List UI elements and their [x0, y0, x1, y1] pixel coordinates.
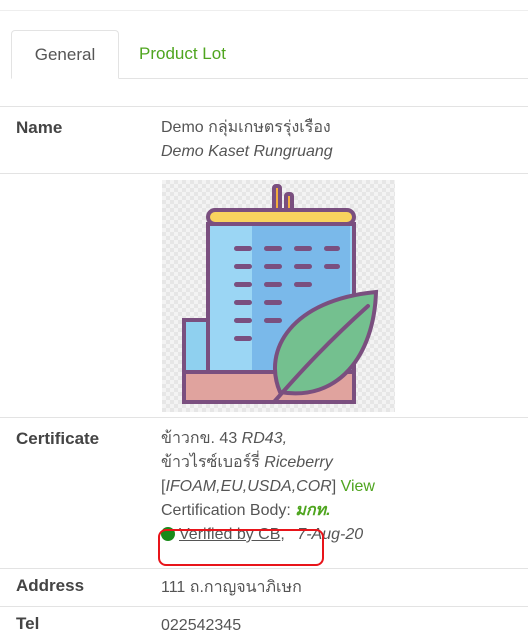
address-label: Address: [16, 576, 85, 595]
view-link[interactable]: View: [341, 478, 375, 495]
name-thai: Demo กลุ่มเกษตรรุ่งเรือง: [161, 119, 331, 136]
name-label: Name: [16, 118, 63, 137]
logo-image: [162, 180, 395, 412]
tel-label: Tel: [16, 614, 40, 633]
row-address: Address 111 ถ.กาญจนาภิเษก: [0, 569, 528, 607]
cert-standards: IFOAM,EU,USDA,COR: [165, 478, 332, 495]
tel-value: 022542345: [161, 617, 242, 634]
address-value: 111 ถ.กาญจนาภิเษก: [161, 579, 302, 596]
cert-line-standards: [IFOAM,EU,USDA,COR] View: [161, 475, 375, 499]
cert-rice-thai: ข้าวกข. 43: [161, 430, 238, 447]
building-leaf-icon: [182, 184, 379, 404]
cert-line-body: Certification Body: มกท.: [161, 499, 375, 523]
cert-line-riceberry: ข้าวไรซ์เบอร์รี่ Riceberry: [161, 451, 375, 475]
row-name: Name Demo กลุ่มเกษตรรุ่งเรือง Demo Kaset…: [0, 107, 528, 174]
cb-label: Certification Body:: [161, 502, 291, 519]
cb-value: มกท.: [295, 502, 331, 519]
row-tel: Tel 022542345: [0, 607, 528, 644]
name-english: Demo Kaset Rungruang: [161, 143, 333, 160]
cert-riceberry-thai: ข้าวไรซ์เบอร์รี่: [161, 454, 260, 471]
top-divider: [0, 10, 528, 11]
certificate-label: Certificate: [16, 429, 100, 448]
tab-bar: General Product Lot: [11, 30, 528, 79]
name-value: Demo กลุ่มเกษตรรุ่งเรือง Demo Kaset Rung…: [161, 116, 333, 164]
tab-general[interactable]: General: [11, 30, 119, 79]
verified-highlight-box: [158, 529, 324, 566]
cert-line-rd43: ข้าวกข. 43 RD43,: [161, 427, 375, 451]
cert-rice-code: RD43,: [241, 430, 288, 447]
tab-product-lot[interactable]: Product Lot: [119, 30, 246, 78]
cert-riceberry-en: Riceberry: [264, 454, 333, 471]
bracket-close: ]: [331, 478, 337, 495]
